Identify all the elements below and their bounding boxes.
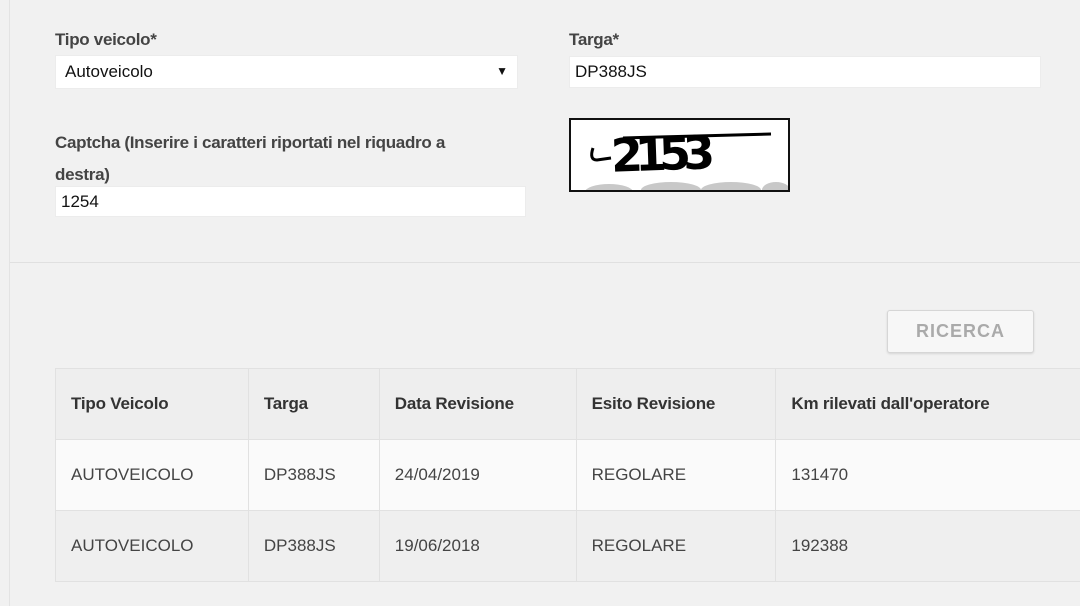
cell-km: 192388	[775, 510, 1080, 582]
captcha-text: 2153	[610, 125, 713, 182]
plate-input[interactable]: DP388JS	[569, 56, 1041, 88]
results-table: Tipo Veicolo Targa Data Revisione Esito …	[55, 368, 1080, 582]
plate-label: Targa*	[569, 30, 619, 49]
captcha-graphic: 2153	[585, 125, 788, 190]
table-row: AUTOVEICOLO DP388JS 19/06/2018 REGOLARE …	[55, 510, 1080, 582]
vehicle-type-label: Tipo veicolo*	[55, 30, 157, 49]
cell-revision-outcome: REGOLARE	[575, 510, 777, 582]
cell-revision-date: 24/04/2019	[378, 439, 577, 511]
cell-vehicle-type: AUTOVEICOLO	[55, 510, 249, 582]
captcha-label: Captcha (Inserire i caratteri riportati …	[55, 127, 445, 191]
section-divider	[10, 262, 1080, 263]
cell-plate: DP388JS	[247, 439, 380, 511]
vehicle-type-select[interactable]: Autoveicolo ▼	[55, 55, 518, 89]
column-header-revision-date: Data Revisione	[378, 368, 577, 440]
left-border	[9, 0, 10, 606]
cell-vehicle-type: AUTOVEICOLO	[55, 439, 249, 511]
table-row: AUTOVEICOLO DP388JS 24/04/2019 REGOLARE …	[55, 439, 1080, 511]
captcha-image: 2153	[569, 118, 790, 192]
column-header-km: Km rilevati dall'operatore	[775, 368, 1080, 440]
column-header-vehicle-type: Tipo Veicolo	[55, 368, 249, 440]
vehicle-type-value: Autoveicolo	[65, 62, 153, 81]
cell-plate: DP388JS	[247, 510, 380, 582]
captcha-input[interactable]: 1254	[55, 186, 526, 217]
search-button[interactable]: RICERCA	[887, 310, 1034, 353]
cell-km: 131470	[775, 439, 1080, 511]
plate-input-value: DP388JS	[575, 62, 647, 81]
dropdown-arrow-icon: ▼	[496, 64, 508, 78]
table-header-row: Tipo Veicolo Targa Data Revisione Esito …	[55, 368, 1080, 440]
column-header-plate: Targa	[247, 368, 380, 440]
cell-revision-outcome: REGOLARE	[575, 439, 777, 511]
cell-revision-date: 19/06/2018	[378, 510, 577, 582]
column-header-revision-outcome: Esito Revisione	[575, 368, 777, 440]
captcha-input-value: 1254	[61, 191, 99, 211]
captcha-label-line-1: Captcha (Inserire i caratteri riportati …	[55, 133, 446, 152]
